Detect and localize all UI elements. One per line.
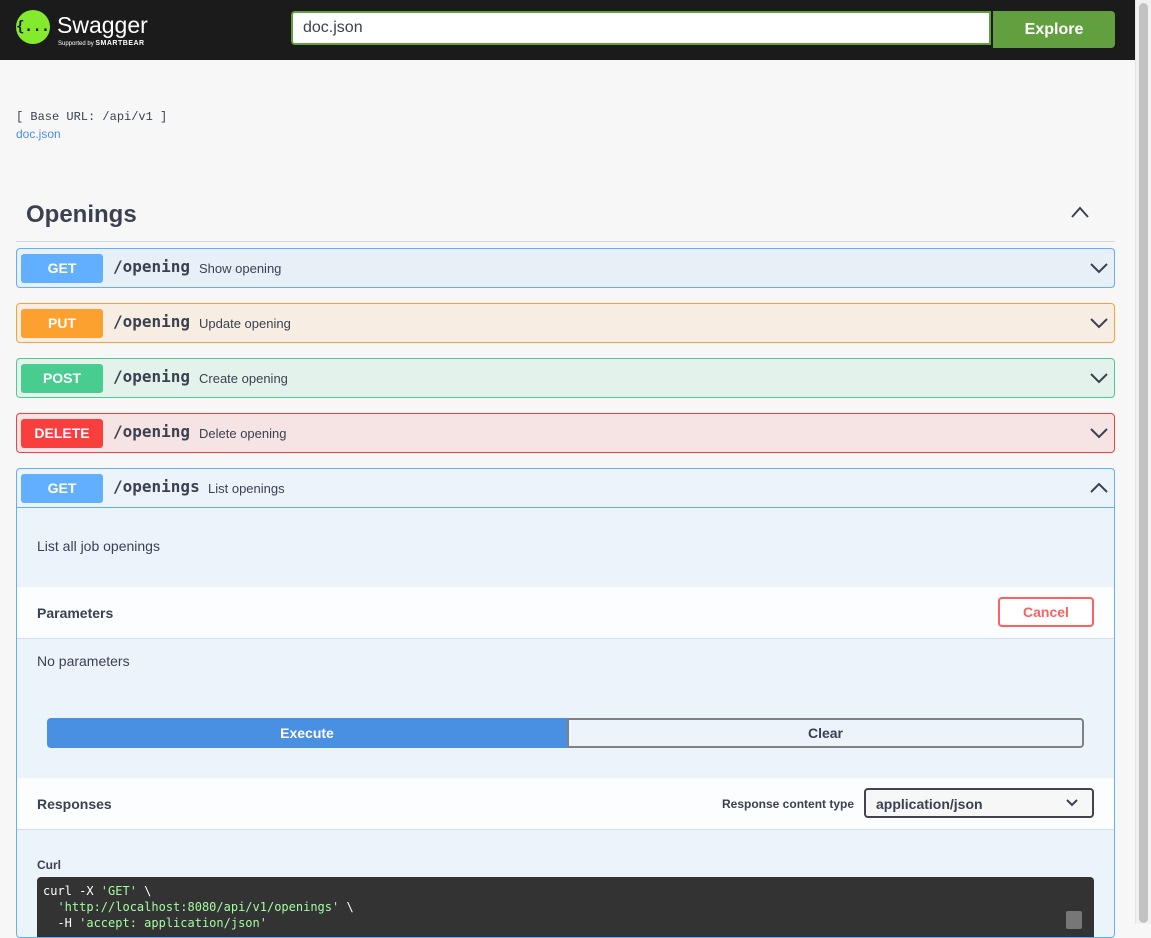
response-content-type-value: application/json [876,796,983,812]
curl-text [43,900,57,914]
operation-summary: Show opening [199,261,282,276]
curl-text: -H [43,916,80,930]
spec-link[interactable]: doc.json [16,127,61,141]
swagger-logo-icon: {...} [16,10,58,44]
responses-section-header: Responses Response content type applicat… [17,778,1114,830]
curl-string: 'http://localhost:8080/api/v1/openings' [57,900,340,914]
operation-path: /opening [113,312,191,331]
operation-post-opening[interactable]: POST /opening Create opening [16,358,1115,398]
operation-header[interactable]: GET /openings List openings [17,469,1114,508]
cancel-button[interactable]: Cancel [998,597,1094,627]
spec-url-input[interactable] [291,11,991,45]
operation-delete-opening[interactable]: DELETE /opening Delete opening [16,413,1115,453]
chevron-down-icon [1066,799,1078,807]
parameters-section-header: Parameters Cancel [17,587,1114,639]
response-content-type-select[interactable]: application/json [864,788,1094,818]
tag-header-openings[interactable]: Openings [16,192,1115,242]
logo-subtitle: Supported by SMARTBEAR [58,40,145,48]
operation-path: /opening [113,422,191,441]
chevron-down-icon[interactable] [1090,371,1108,385]
method-badge: DELETE [21,419,103,448]
curl-text: \ [136,884,152,898]
chevron-down-icon[interactable] [1090,426,1108,440]
curl-code-block[interactable]: curl -X 'GET' \ 'http://localhost:8080/a… [37,877,1094,937]
operation-path: /opening [113,367,191,386]
chevron-up-icon[interactable] [1090,481,1108,495]
curl-text: curl -X [43,884,101,898]
topbar: {...} Swagger Supported by SMARTBEAR Exp… [0,0,1135,60]
tag-title: Openings [26,201,137,228]
logo-sub-prefix: Supported by [58,41,94,47]
method-badge: PUT [21,309,103,338]
responses-title: Responses [37,796,112,812]
curl-string: 'GET' [100,884,137,898]
chevron-down-icon[interactable] [1090,261,1108,275]
operation-put-opening[interactable]: PUT /opening Update opening [16,303,1115,343]
operation-summary: Delete opening [199,426,287,441]
curl-line-1: curl -X 'GET' \ [43,883,1088,899]
operation-get-openings-expanded: GET /openings List openings List all job… [16,468,1115,938]
operation-path: /opening [113,257,191,276]
curl-line-3: -H 'accept: application/json' [43,915,1088,931]
execute-button[interactable]: Execute [47,718,567,748]
curl-string: 'accept: application/json' [79,916,267,930]
operation-summary: Create opening [199,371,288,386]
operation-summary: Update opening [199,316,291,331]
logo-name: Swagger [57,12,148,38]
operation-get-opening[interactable]: GET /opening Show opening [16,248,1115,288]
method-badge: GET [21,474,103,503]
no-parameters-text: No parameters [37,653,130,669]
parameters-title: Parameters [37,605,114,621]
scrollbar[interactable] [1135,0,1151,924]
logo-sub-brand: SMARTBEAR [95,40,145,47]
method-badge: POST [21,364,103,393]
operation-description: List all job openings [37,538,160,554]
chevron-down-icon[interactable] [1090,316,1108,330]
chevron-up-icon[interactable] [1071,206,1089,218]
curl-label: Curl [37,858,61,872]
copy-icon[interactable] [1066,911,1082,929]
operation-summary: List openings [208,481,285,496]
scrollbar-thumb[interactable] [1139,3,1148,923]
operation-path: /openings [113,477,200,496]
method-badge: GET [21,254,103,283]
swagger-logo[interactable]: {...} Swagger Supported by SMARTBEAR [16,10,161,50]
curl-text: \ [339,900,354,914]
curl-line-2: 'http://localhost:8080/api/v1/openings' … [43,899,1088,915]
clear-button[interactable]: Clear [567,718,1084,748]
base-url: [ Base URL: /api/v1 ] [16,110,168,124]
response-content-type-label: Response content type [722,797,855,811]
explore-button[interactable]: Explore [993,11,1115,48]
